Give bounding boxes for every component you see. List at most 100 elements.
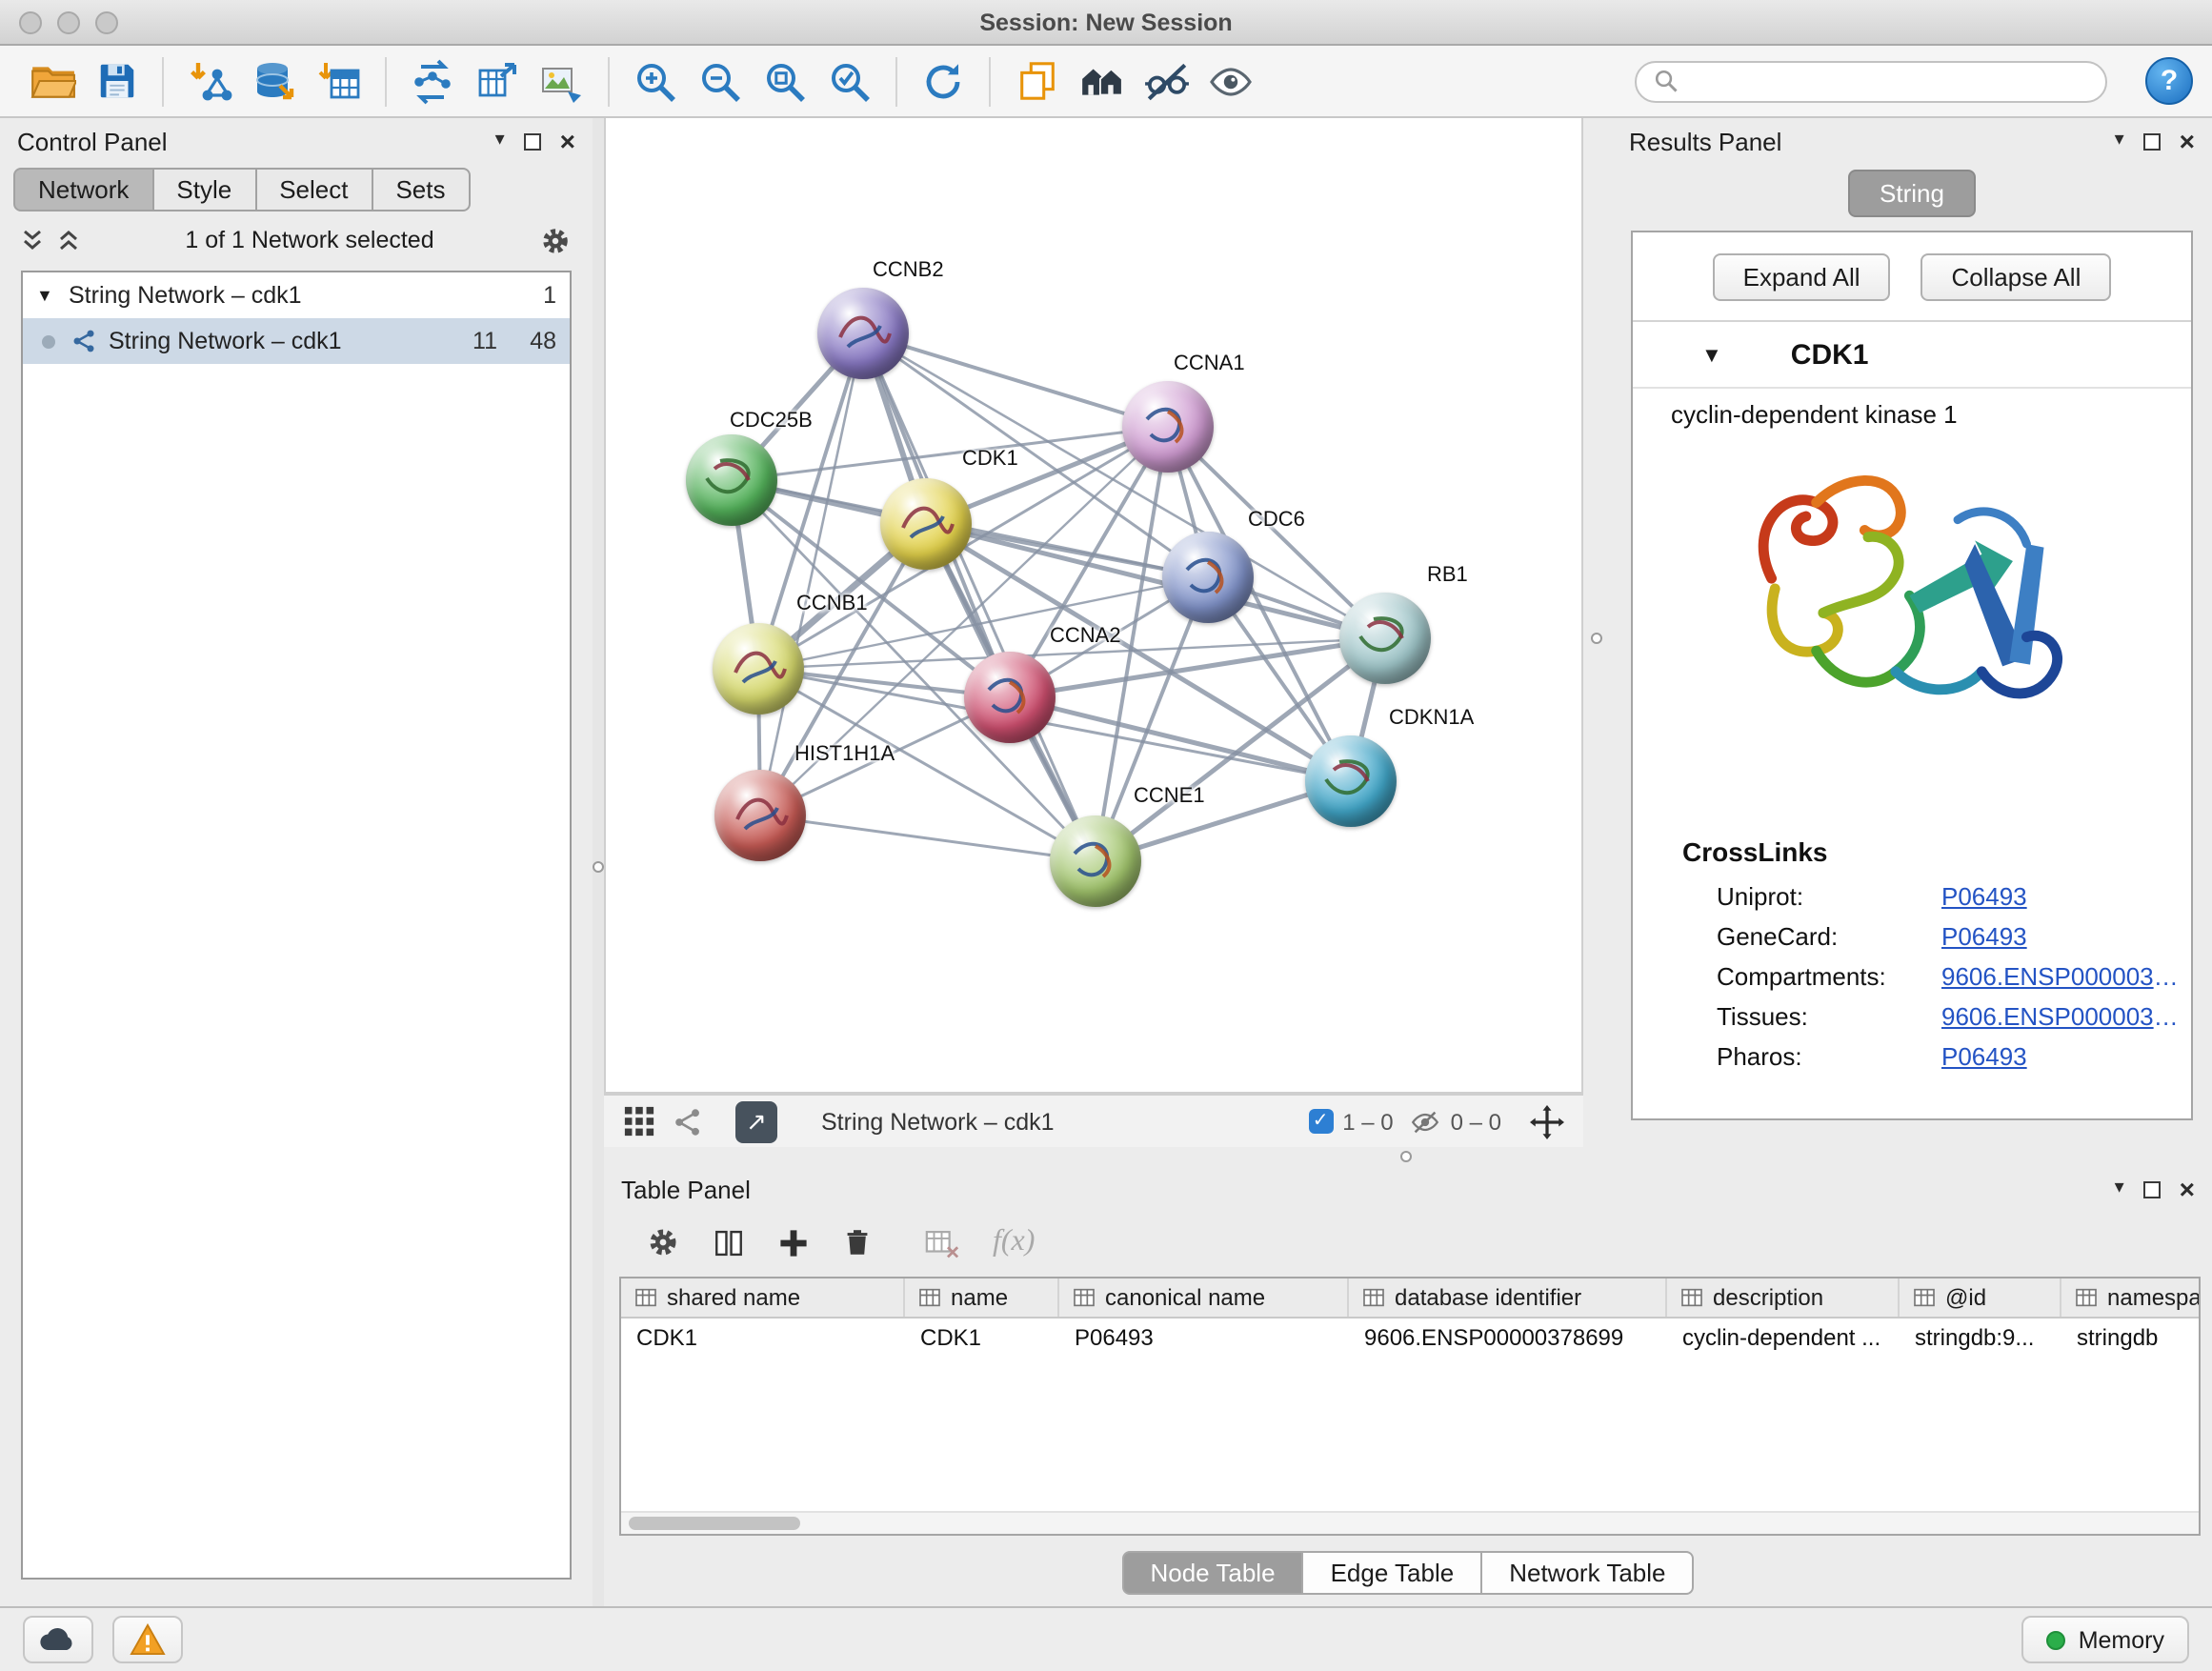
crosslink-value-link[interactable]: P06493 xyxy=(1941,1042,2027,1071)
table-cell[interactable]: stringdb xyxy=(2061,1319,2199,1357)
minimize-window-button[interactable] xyxy=(57,10,80,33)
tab-node-table[interactable]: Node Table xyxy=(1121,1551,1303,1595)
splitter-handle[interactable] xyxy=(593,861,604,873)
search-input[interactable] xyxy=(1690,68,2088,94)
cloud-status-button[interactable] xyxy=(23,1616,93,1663)
tab-network-table[interactable]: Network Table xyxy=(1480,1551,1694,1595)
crosslink-value-link[interactable]: 9606.ENSP00000378699 xyxy=(1941,962,2191,991)
column-header-database-identifier[interactable]: database identifier xyxy=(1349,1278,1667,1317)
string-share-icon[interactable] xyxy=(673,1106,703,1137)
home-panel-button[interactable] xyxy=(1073,52,1130,110)
refresh-network-button[interactable] xyxy=(915,52,972,110)
close-window-button[interactable] xyxy=(19,10,42,33)
table-cell[interactable]: 9606.ENSP00000378699 xyxy=(1349,1319,1667,1357)
save-session-button[interactable] xyxy=(88,52,145,110)
import-table-button[interactable] xyxy=(311,52,368,110)
copy-document-button[interactable] xyxy=(1008,52,1065,110)
float-panel-icon[interactable] xyxy=(2143,1180,2161,1198)
float-panel-icon[interactable] xyxy=(524,132,541,150)
show-all-button[interactable] xyxy=(1202,52,1259,110)
network-node-rb1[interactable] xyxy=(1339,593,1431,684)
tab-sets[interactable]: Sets xyxy=(371,168,470,211)
help-button[interactable]: ? xyxy=(2145,57,2193,105)
tab-string[interactable]: String xyxy=(1847,170,1977,217)
close-panel-icon[interactable]: × xyxy=(2180,1176,2195,1202)
collapse-panel-icon[interactable]: ▾ xyxy=(2115,1179,2124,1198)
add-column-plus-icon[interactable] xyxy=(777,1226,810,1258)
splitter-handle[interactable] xyxy=(1591,633,1602,644)
network-node-cdc6[interactable] xyxy=(1162,532,1254,623)
results-splitter[interactable] xyxy=(1583,118,1612,1147)
table-cell[interactable]: CDK1 xyxy=(905,1319,1059,1357)
table-horizontal-scrollbar[interactable] xyxy=(621,1511,2199,1534)
collapse-panel-icon[interactable]: ▾ xyxy=(2115,131,2124,151)
clone-network-button[interactable] xyxy=(404,52,461,110)
collapse-all-networks-icon[interactable] xyxy=(57,229,80,252)
crosslink-value-link[interactable]: P06493 xyxy=(1941,922,2027,951)
grid-view-icon[interactable] xyxy=(623,1105,655,1137)
column-header-namespac[interactable]: namespac xyxy=(2061,1278,2199,1317)
zoom-selected-button[interactable] xyxy=(821,52,878,110)
network-node-hist1h1a[interactable] xyxy=(714,770,806,861)
expand-all-button[interactable]: Expand All xyxy=(1713,253,1891,301)
tab-style[interactable]: Style xyxy=(151,168,256,211)
column-header-canonical-name[interactable]: canonical name xyxy=(1059,1278,1349,1317)
gene-expander-icon[interactable]: ▼ xyxy=(1701,344,1722,367)
column-header-shared-name[interactable]: shared name xyxy=(621,1278,905,1317)
table-cell[interactable]: stringdb:9... xyxy=(1900,1319,2061,1357)
expand-all-networks-icon[interactable] xyxy=(21,229,44,252)
left-splitter[interactable] xyxy=(593,118,604,1606)
tab-edge-table[interactable]: Edge Table xyxy=(1302,1551,1483,1595)
network-node-cdc25b[interactable] xyxy=(686,434,777,526)
crosslink-value-link[interactable]: 9606.ENSP00000378699 xyxy=(1941,1002,2191,1031)
zoom-in-button[interactable] xyxy=(627,52,684,110)
memory-button[interactable]: Memory xyxy=(2021,1616,2189,1663)
import-network-database-button[interactable] xyxy=(246,52,303,110)
gene-section-header[interactable]: ▼ CDK1 xyxy=(1633,322,2191,389)
tab-network[interactable]: Network xyxy=(13,168,153,211)
collection-expander-icon[interactable]: ▼ xyxy=(36,286,57,305)
collapse-all-button[interactable]: Collapse All xyxy=(1921,253,2112,301)
network-options-gear-icon[interactable] xyxy=(539,224,572,256)
network-node-cdk1[interactable] xyxy=(880,478,972,570)
column-header--id[interactable]: @id xyxy=(1900,1278,2061,1317)
show-columns-icon[interactable] xyxy=(713,1226,745,1258)
close-panel-icon[interactable]: × xyxy=(560,128,575,154)
open-session-button[interactable] xyxy=(23,52,80,110)
table-options-gear-icon[interactable] xyxy=(646,1225,680,1259)
network-node-cdkn1a[interactable] xyxy=(1305,735,1397,827)
table-splitter[interactable] xyxy=(604,1147,2212,1166)
network-canvas[interactable]: CCNB2CCNA1CDC25BCDK1CDC6RB1CCNB1CCNA2CDK… xyxy=(604,118,1583,1094)
delete-column-trash-icon[interactable] xyxy=(842,1227,873,1258)
open-external-button[interactable]: ↗ xyxy=(735,1100,777,1142)
collapse-panel-icon[interactable]: ▾ xyxy=(495,131,505,151)
export-table-button[interactable] xyxy=(469,52,526,110)
crosslink-value-link[interactable]: P06493 xyxy=(1941,882,2027,911)
scr ollbar-thumb[interactable] xyxy=(629,1517,800,1530)
network-node-ccnb2[interactable] xyxy=(817,288,909,379)
table-row[interactable]: CDK1CDK1P064939606.ENSP00000378699cyclin… xyxy=(621,1319,2199,1357)
network-node-ccne1[interactable] xyxy=(1050,815,1141,907)
network-node-ccna2[interactable] xyxy=(964,652,1056,743)
table-cell[interactable]: CDK1 xyxy=(621,1319,905,1357)
float-panel-icon[interactable] xyxy=(2143,132,2161,150)
pan-crosshair-icon[interactable] xyxy=(1530,1104,1564,1138)
global-search[interactable] xyxy=(1635,60,2107,102)
zoom-fit-button[interactable] xyxy=(756,52,814,110)
export-image-button[interactable] xyxy=(533,52,591,110)
network-row-selected[interactable]: String Network – cdk1 11 48 xyxy=(23,318,570,364)
zoom-out-button[interactable] xyxy=(692,52,749,110)
network-collection-row[interactable]: ▼ String Network – cdk1 1 xyxy=(23,272,570,318)
tab-select[interactable]: Select xyxy=(254,168,372,211)
splitter-handle[interactable] xyxy=(1400,1151,1412,1162)
warnings-button[interactable] xyxy=(112,1616,183,1663)
table-cell[interactable]: P06493 xyxy=(1059,1319,1349,1357)
import-network-file-button[interactable] xyxy=(181,52,238,110)
column-header-name[interactable]: name xyxy=(905,1278,1059,1317)
zoom-window-button[interactable] xyxy=(95,10,118,33)
network-node-ccnb1[interactable] xyxy=(713,623,804,715)
table-cell[interactable]: cyclin-dependent ... xyxy=(1667,1319,1900,1357)
network-node-ccna1[interactable] xyxy=(1122,381,1214,473)
hide-selected-button[interactable] xyxy=(1137,52,1195,110)
close-panel-icon[interactable]: × xyxy=(2180,128,2195,154)
